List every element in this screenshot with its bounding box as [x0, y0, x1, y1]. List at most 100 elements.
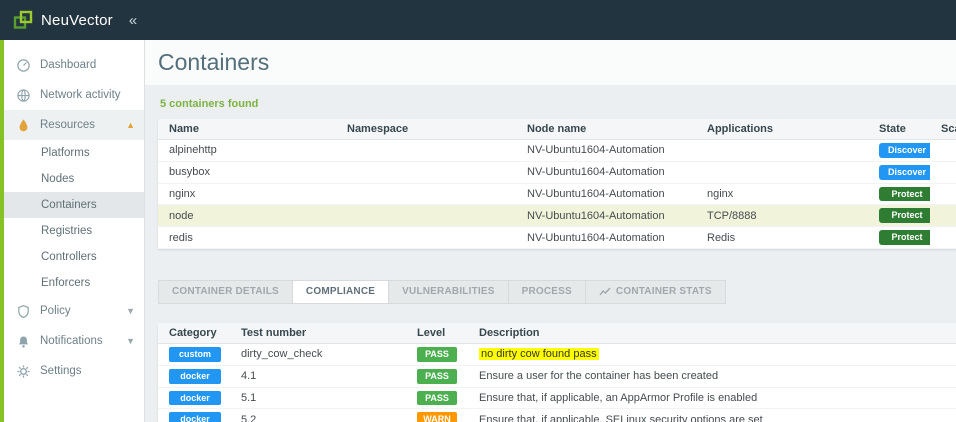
- column-header-test-number[interactable]: Test number: [230, 322, 406, 344]
- cell-scan: [930, 204, 956, 228]
- tab-container-details[interactable]: CONTAINER DETAILS: [158, 279, 293, 304]
- compliance-row[interactable]: custom dirty_cow_check PASS no dirty cow fo…: [158, 343, 956, 366]
- chevron-down-icon: ▼: [126, 336, 135, 346]
- cell: [336, 226, 516, 249]
- shield-icon: [18, 304, 29, 318]
- container-row[interactable]: redis NV-Ubuntu1604-Automation Redis Protec…: [158, 226, 956, 249]
- sidebar-item-controllers[interactable]: Controllers: [4, 244, 144, 270]
- level-badge: PASS: [417, 390, 457, 406]
- bell-icon: [19, 335, 28, 348]
- category-badge: docker: [169, 368, 221, 384]
- sidebar-item-registries[interactable]: Registries: [4, 218, 144, 244]
- cell: [336, 204, 516, 228]
- container-row[interactable]: alpinehttp NV-Ubuntu1604-Automation Discov…: [158, 139, 956, 162]
- tab-container-stats[interactable]: CONTAINER STATS: [585, 279, 726, 304]
- tab-label: COMPLIANCE: [305, 285, 376, 297]
- state-badge[interactable]: Protect: [879, 230, 930, 245]
- brand-name: NeuVector: [41, 11, 113, 29]
- container-row[interactable]: node NV-Ubuntu1604-Automation TCP/8888 Prot…: [158, 204, 956, 228]
- compliance-table-header-row: Category Test number Level Description: [158, 322, 956, 344]
- cell-test-number: 5.2: [230, 408, 406, 422]
- content-area: 5 containers found Name Namespace Node nam…: [145, 86, 956, 422]
- page-header: Containers: [145, 40, 956, 86]
- globe-icon: [17, 88, 30, 102]
- sidebar-subitem-label: Registries: [41, 225, 93, 237]
- sidebar-subitem-label: Containers: [41, 199, 97, 211]
- container-row[interactable]: busybox NV-Ubuntu1604-Automation Discover: [158, 161, 956, 184]
- sidebar-subitem-label: Nodes: [41, 173, 75, 185]
- category-badge: custom: [169, 346, 221, 362]
- compliance-row[interactable]: docker 5.2 WARN Ensure that, if applicable,…: [158, 408, 956, 422]
- column-header-category[interactable]: Category: [158, 322, 230, 344]
- brand: NeuVector: [12, 9, 113, 31]
- state-badge[interactable]: Protect: [879, 186, 930, 202]
- cell-state: Discover: [868, 139, 930, 162]
- dashboard-gauge-icon: [17, 58, 30, 72]
- state-badge[interactable]: Protect: [879, 208, 930, 224]
- sidebar-item-enforcers[interactable]: Enforcers: [4, 270, 144, 296]
- tab-compliance[interactable]: COMPLIANCE: [292, 279, 390, 304]
- line-chart-icon: [599, 287, 611, 296]
- cell-state: Protect: [868, 183, 930, 206]
- compliance-table-body: custom dirty_cow_check PASS no dirty cow fo…: [158, 343, 956, 422]
- sidebar-item-nodes[interactable]: Nodes: [4, 166, 144, 192]
- cell: [696, 139, 868, 162]
- cell: Redis: [696, 226, 868, 249]
- tab-label: PROCESS: [521, 285, 572, 297]
- sidebar: Dashboard Network activity Resources ▲ P…: [0, 40, 145, 422]
- compliance-row[interactable]: docker 4.1 PASS Ensure a user for the conta…: [158, 365, 956, 388]
- sidebar-collapse-button[interactable]: «: [129, 12, 137, 29]
- cell-scan: [930, 183, 956, 206]
- cell: redis: [158, 226, 336, 249]
- cell: alpinehttp: [158, 139, 336, 162]
- sidebar-item-dashboard[interactable]: Dashboard: [4, 50, 144, 80]
- column-header-state[interactable]: State: [868, 119, 930, 140]
- compliance-row[interactable]: docker 5.1 PASS Ensure that, if applicable,…: [158, 387, 956, 410]
- containers-table-card: Name Namespace Node name Applications State S…: [158, 119, 956, 249]
- cell: NV-Ubuntu1604-Automation: [516, 161, 696, 184]
- sidebar-item-containers[interactable]: Containers: [4, 192, 144, 218]
- category-badge: docker: [169, 412, 221, 422]
- description-text: Ensure that, if applicable, an AppArmor …: [479, 391, 758, 404]
- containers-table-header-row: Name Namespace Node name Applications State S…: [158, 119, 956, 140]
- column-header-description[interactable]: Description: [468, 322, 956, 344]
- chevron-down-icon: ▼: [126, 306, 135, 316]
- sidebar-item-policy[interactable]: Policy ▼: [4, 296, 144, 326]
- tab-process[interactable]: PROCESS: [508, 279, 586, 304]
- sidebar-item-platforms[interactable]: Platforms: [4, 140, 144, 166]
- cell: NV-Ubuntu1604-Automation: [516, 183, 696, 206]
- level-badge: PASS: [417, 368, 457, 384]
- cell: NV-Ubuntu1604-Automation: [516, 226, 696, 249]
- cell: TCP/8888: [696, 204, 868, 228]
- column-header-scan[interactable]: Scan: [930, 119, 956, 140]
- state-badge[interactable]: Discover: [879, 143, 930, 158]
- sidebar-item-label: Policy: [40, 305, 71, 317]
- sidebar-item-label: Network activity: [40, 89, 121, 101]
- sidebar-item-label: Dashboard: [40, 59, 97, 71]
- cell: NV-Ubuntu1604-Automation: [516, 204, 696, 228]
- column-header-name[interactable]: Name: [158, 119, 336, 140]
- tab-vulnerabilities[interactable]: VULNERABILITIES: [389, 279, 509, 304]
- sidebar-item-label: Notifications: [40, 335, 103, 347]
- category-badge: docker: [169, 390, 221, 406]
- sidebar-item-resources[interactable]: Resources ▲: [4, 110, 144, 140]
- wrench-icon: [17, 364, 30, 378]
- column-header-level[interactable]: Level: [406, 322, 468, 344]
- sidebar-subitem-label: Platforms: [41, 147, 90, 159]
- state-badge[interactable]: Discover: [879, 164, 930, 180]
- cell: busybox: [158, 161, 336, 184]
- cell: NV-Ubuntu1604-Automation: [516, 139, 696, 162]
- sidebar-item-settings[interactable]: Settings: [4, 356, 144, 386]
- container-row[interactable]: nginx NV-Ubuntu1604-Automation nginx Protec…: [158, 183, 956, 206]
- sidebar-item-notifications[interactable]: Notifications ▼: [4, 326, 144, 356]
- tab-label: CONTAINER STATS: [615, 285, 712, 297]
- sidebar-item-label: Settings: [40, 365, 82, 377]
- column-header-namespace[interactable]: Namespace: [336, 119, 516, 140]
- column-header-applications[interactable]: Applications: [696, 119, 868, 140]
- sidebar-item-network-activity[interactable]: Network activity: [4, 80, 144, 110]
- cell: [336, 161, 516, 184]
- neuvector-logo-icon: [13, 10, 33, 29]
- cell: [336, 183, 516, 206]
- column-header-node-name[interactable]: Node name: [516, 119, 696, 140]
- containers-count-text: 5 containers found: [160, 98, 259, 110]
